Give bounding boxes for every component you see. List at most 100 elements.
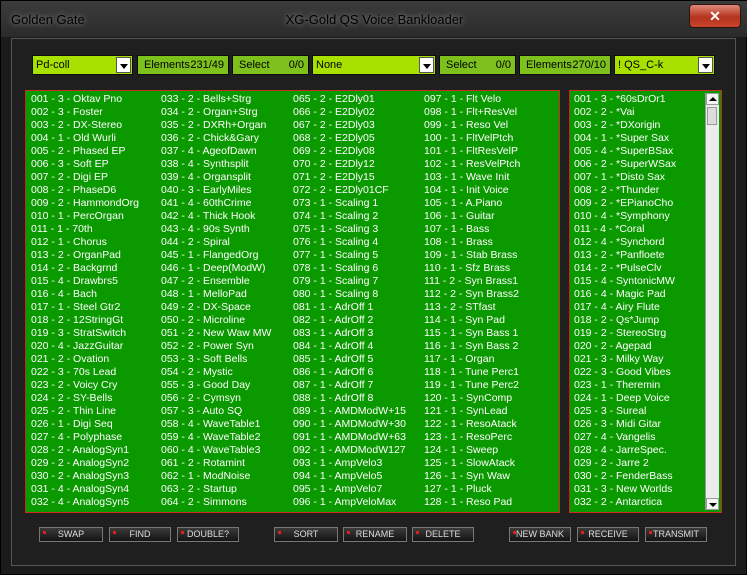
list-item[interactable]: 121 - 1 - SynLead (424, 405, 520, 418)
list-item[interactable]: 017 - 4 - Airy Flute (574, 301, 676, 314)
list-item[interactable]: 059 - 4 - WaveTable2 (161, 431, 271, 444)
list-item[interactable]: 019 - 3 - StratSwitch (31, 327, 139, 340)
list-item[interactable]: 027 - 4 - Vangelis (574, 431, 676, 444)
list-item[interactable]: 108 - 1 - Brass (424, 236, 520, 249)
list-item[interactable]: 032 - 2 - Antarctica (574, 496, 676, 509)
list-item[interactable]: 008 - 2 - PhaseD6 (31, 184, 139, 197)
list-item[interactable]: 110 - 1 - Sfz Brass (424, 262, 520, 275)
list-item[interactable]: 074 - 1 - Scaling 2 (293, 210, 406, 223)
chevron-down-icon[interactable] (419, 57, 434, 73)
list-item[interactable]: 044 - 2 - Spiral (161, 236, 271, 249)
list-item[interactable]: 018 - 2 - Qs*Jump (574, 314, 676, 327)
list-item[interactable]: 001 - 3 - Oktav Pno (31, 93, 139, 106)
list-item[interactable]: 127 - 1 - Pluck (424, 483, 520, 496)
list-item[interactable]: 087 - 1 - AdrOff 7 (293, 379, 406, 392)
list-item[interactable]: 015 - 4 - Drawbrs5 (31, 275, 139, 288)
list-item[interactable]: 047 - 2 - Ensemble (161, 275, 271, 288)
list-item[interactable]: 046 - 1 - Deep(ModW) (161, 262, 271, 275)
list-item[interactable]: 025 - 2 - Thin Line (31, 405, 139, 418)
list-item[interactable]: 085 - 1 - AdrOff 5 (293, 353, 406, 366)
list-item[interactable]: 042 - 4 - Thick Hook (161, 210, 271, 223)
list-item[interactable]: 026 - 3 - Midi Gitar (574, 418, 676, 431)
list-item[interactable]: 014 - 2 - *PulseClv (574, 262, 676, 275)
list-item[interactable]: 045 - 1 - FlangedOrg (161, 249, 271, 262)
list-item[interactable]: 003 - 2 - *DXorigin (574, 119, 676, 132)
left-voice-list[interactable]: 001 - 3 - Oktav Pno 002 - 3 - Foster 003 -… (25, 90, 560, 513)
list-item[interactable]: 028 - 4 - JarreSpec. (574, 444, 676, 457)
list-item[interactable]: 060 - 4 - WaveTable3 (161, 444, 271, 457)
list-item[interactable]: 014 - 2 - Backgrnd (31, 262, 139, 275)
list-item[interactable]: 095 - 1 - AmpVelo7 (293, 483, 406, 496)
list-item[interactable]: 007 - 2 - Digi EP (31, 171, 139, 184)
list-item[interactable]: 124 - 1 - Sweep (424, 444, 520, 457)
list-item[interactable]: 020 - 2 - Agepad (574, 340, 676, 353)
list-item[interactable]: 006 - 3 - Soft EP (31, 158, 139, 171)
list-item[interactable]: 114 - 1 - Syn Pad (424, 314, 520, 327)
list-item[interactable]: 105 - 1 - A.Piano (424, 197, 520, 210)
list-item[interactable]: 013 - 2 - *Panfloete (574, 249, 676, 262)
list-item[interactable]: 104 - 1 - Init Voice (424, 184, 520, 197)
list-item[interactable]: 005 - 2 - Phased EP (31, 145, 139, 158)
list-item[interactable]: 032 - 4 - AnalogSyn5 (31, 496, 139, 509)
list-item[interactable]: 117 - 1 - Organ (424, 353, 520, 366)
list-item[interactable]: 056 - 2 - Cymsyn (161, 392, 271, 405)
list-item[interactable]: 125 - 1 - SlowAtack (424, 457, 520, 470)
list-item[interactable]: 034 - 2 - Organ+Strg (161, 106, 271, 119)
list-item[interactable]: 067 - 2 - E2Dly03 (293, 119, 406, 132)
find-button[interactable]: FIND (109, 527, 171, 542)
list-item[interactable]: 029 - 2 - AnalogSyn2 (31, 457, 139, 470)
list-item[interactable]: 008 - 2 - *Thunder (574, 184, 676, 197)
list-item[interactable]: 093 - 1 - AmpVelo3 (293, 457, 406, 470)
list-item[interactable]: 054 - 2 - Mystic (161, 366, 271, 379)
list-item[interactable]: 012 - 4 - *Synchord (574, 236, 676, 249)
list-item[interactable]: 109 - 1 - Stab Brass (424, 249, 520, 262)
list-item[interactable]: 010 - 4 - *Symphony (574, 210, 676, 223)
list-item[interactable]: 011 - 1 - 70th (31, 223, 139, 236)
list-item[interactable]: 050 - 2 - Microline (161, 314, 271, 327)
list-item[interactable]: 009 - 2 - *EPianoCho (574, 197, 676, 210)
list-item[interactable]: 082 - 1 - AdrOff 2 (293, 314, 406, 327)
list-item[interactable]: 021 - 2 - Ovation (31, 353, 139, 366)
list-item[interactable]: 038 - 4 - Synthsplit (161, 158, 271, 171)
right-list-scrollbar[interactable] (705, 93, 719, 510)
list-item[interactable]: 023 - 1 - Theremin (574, 379, 676, 392)
scroll-thumb[interactable] (707, 107, 717, 125)
list-item[interactable]: 009 - 2 - HammondOrg (31, 197, 139, 210)
list-item[interactable]: 119 - 1 - Tune Perc2 (424, 379, 520, 392)
list-item[interactable]: 019 - 2 - StereoStrg (574, 327, 676, 340)
list-item[interactable]: 103 - 1 - Wave Init (424, 171, 520, 184)
list-item[interactable]: 080 - 1 - Scaling 8 (293, 288, 406, 301)
swap-button[interactable]: SWAP (39, 527, 103, 542)
list-item[interactable]: 011 - 4 - *Coral (574, 223, 676, 236)
right-voice-list[interactable]: 001 - 3 - *60sDrOr1 002 - 2 - *Vai 003 - 2… (569, 90, 722, 513)
list-item[interactable]: 055 - 3 - Good Day (161, 379, 271, 392)
list-item[interactable]: 048 - 1 - MelloPad (161, 288, 271, 301)
scroll-down-icon[interactable] (706, 498, 719, 510)
list-item[interactable]: 068 - 2 - E2Dly05 (293, 132, 406, 145)
list-item[interactable]: 062 - 1 - ModNoise (161, 470, 271, 483)
list-item[interactable]: 051 - 2 - New Waw MW (161, 327, 271, 340)
list-item[interactable]: 083 - 1 - AdrOff 3 (293, 327, 406, 340)
chevron-down-icon[interactable] (698, 57, 713, 73)
list-item[interactable]: 118 - 1 - Tune Perc1 (424, 366, 520, 379)
scroll-up-icon[interactable] (706, 93, 719, 105)
list-item[interactable]: 079 - 1 - Scaling 7 (293, 275, 406, 288)
list-item[interactable]: 100 - 1 - FltVelPtch (424, 132, 520, 145)
list-item[interactable]: 022 - 3 - 70s Lead (31, 366, 139, 379)
sort-button[interactable]: SORT (274, 527, 338, 542)
list-item[interactable]: 076 - 1 - Scaling 4 (293, 236, 406, 249)
list-item[interactable]: 041 - 4 - 60thCrime (161, 197, 271, 210)
list-item[interactable]: 066 - 2 - E2Dly02 (293, 106, 406, 119)
list-item[interactable]: 036 - 2 - Chick&Gary (161, 132, 271, 145)
list-item[interactable]: 043 - 4 - 90s Synth (161, 223, 271, 236)
list-item[interactable]: 012 - 1 - Chorus (31, 236, 139, 249)
middle-select[interactable]: None (312, 55, 436, 75)
receive-button[interactable]: RECEIVE (577, 527, 639, 542)
chevron-down-icon[interactable] (116, 57, 131, 73)
list-item[interactable]: 029 - 2 - Jarre 2 (574, 457, 676, 470)
list-item[interactable]: 037 - 4 - AgeofDawn (161, 145, 271, 158)
list-item[interactable]: 089 - 1 - AMDModW+15 (293, 405, 406, 418)
list-item[interactable]: 061 - 2 - Rotamint (161, 457, 271, 470)
right-bank-select[interactable]: ! QS_C-k (614, 55, 715, 75)
list-item[interactable]: 075 - 1 - Scaling 3 (293, 223, 406, 236)
